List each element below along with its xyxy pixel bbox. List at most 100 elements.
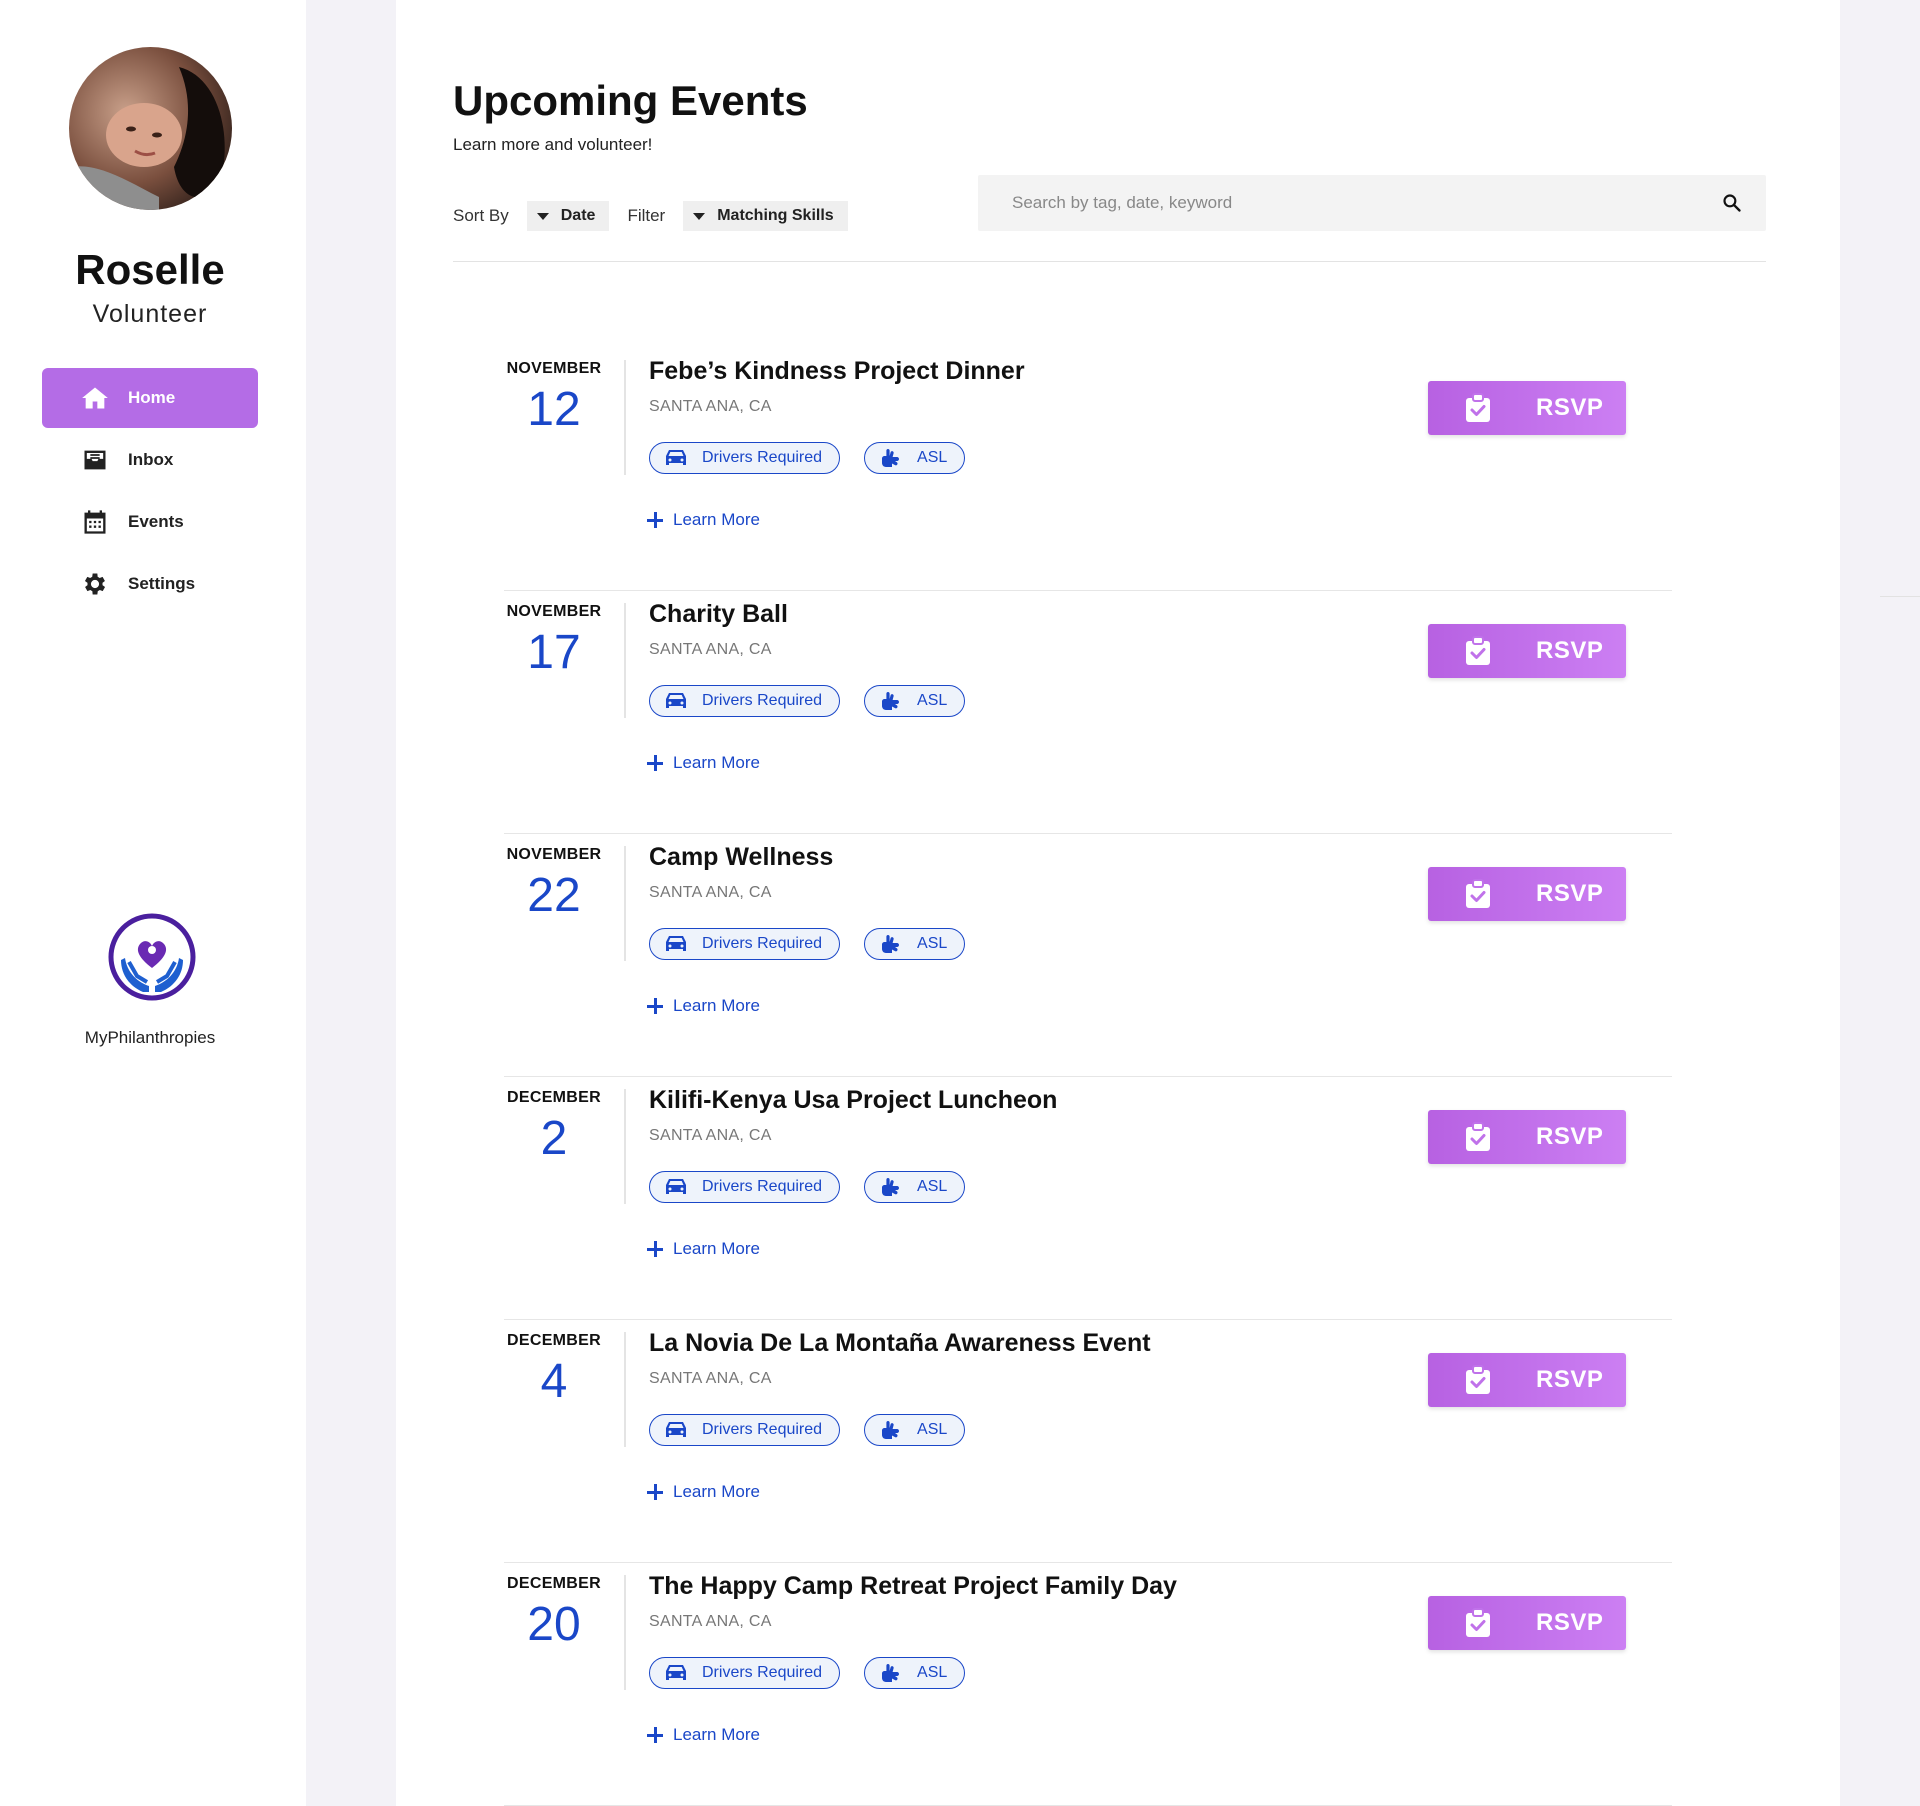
- search-box: [978, 175, 1766, 231]
- sidebar-item-inbox[interactable]: Inbox: [42, 430, 258, 490]
- tag-label: ASL: [917, 692, 948, 709]
- event-title[interactable]: Charity Ball: [649, 600, 788, 629]
- sidebar-item-label: Inbox: [128, 450, 174, 469]
- event-title[interactable]: Camp Wellness: [649, 843, 833, 872]
- car-icon: [666, 1665, 686, 1680]
- rsvp-button[interactable]: RSVP: [1428, 381, 1626, 435]
- rsvp-label: RSVP: [1536, 1366, 1604, 1393]
- sign-language-icon: [882, 935, 900, 953]
- event-date: NOVEMBER 17: [504, 603, 604, 680]
- event-day: 22: [527, 869, 581, 922]
- event-location: SANTA ANA, CA: [649, 1613, 772, 1630]
- tag-asl[interactable]: ASL: [864, 685, 966, 717]
- sign-language-icon: [882, 1664, 900, 1682]
- filter-dropdown[interactable]: Matching Skills: [683, 201, 848, 231]
- rsvp-button[interactable]: RSVP: [1428, 624, 1626, 678]
- rsvp-label: RSVP: [1536, 1609, 1604, 1636]
- event-tags: Drivers Required ASL: [649, 442, 989, 474]
- tag-label: Drivers Required: [702, 935, 823, 952]
- calendar-icon: [78, 507, 112, 537]
- learn-more-link[interactable]: Learn More: [647, 510, 760, 530]
- event-title[interactable]: The Happy Camp Retreat Project Family Da…: [649, 1572, 1177, 1601]
- tag-drivers-required[interactable]: Drivers Required: [649, 1171, 841, 1203]
- tag-label: ASL: [917, 935, 948, 952]
- brand-name: MyPhilanthropies: [84, 1028, 216, 1047]
- avatar[interactable]: [69, 47, 232, 210]
- rsvp-button[interactable]: RSVP: [1428, 1596, 1626, 1650]
- event-title[interactable]: Febe’s Kindness Project Dinner: [649, 357, 1025, 386]
- event-month: NOVEMBER: [506, 846, 602, 863]
- event-title[interactable]: La Novia De La Montaña Awareness Event: [649, 1329, 1151, 1358]
- sidebar-item-home[interactable]: Home: [42, 368, 258, 428]
- tag-label: ASL: [917, 1178, 948, 1195]
- event-location: SANTA ANA, CA: [649, 884, 772, 901]
- page-title: Upcoming Events: [453, 77, 808, 124]
- filter-value: Matching Skills: [717, 207, 834, 224]
- event-month: DECEMBER: [507, 1575, 601, 1592]
- tag-asl[interactable]: ASL: [864, 442, 966, 474]
- tag-drivers-required[interactable]: Drivers Required: [649, 1414, 841, 1446]
- left-gutter: [306, 0, 396, 1806]
- tag-drivers-required[interactable]: Drivers Required: [649, 1657, 841, 1689]
- profile-name: Roselle: [75, 246, 225, 293]
- event-date: DECEMBER 2: [504, 1089, 604, 1166]
- learn-more-link[interactable]: Learn More: [647, 996, 760, 1016]
- inbox-icon: [78, 445, 112, 475]
- tag-drivers-required[interactable]: Drivers Required: [649, 442, 841, 474]
- tag-label: Drivers Required: [702, 692, 823, 709]
- divider: [624, 603, 626, 718]
- plus-icon: [647, 1484, 663, 1500]
- car-icon: [666, 693, 686, 708]
- right-gutter: [1840, 0, 1920, 1806]
- sort-label: Sort By: [453, 206, 509, 225]
- clipboard-check-icon: [1466, 636, 1490, 665]
- header-divider: [453, 261, 1766, 262]
- search-input[interactable]: [978, 193, 1678, 213]
- learn-more-link[interactable]: Learn More: [647, 1482, 760, 1502]
- event-title[interactable]: Kilifi-Kenya Usa Project Luncheon: [649, 1086, 1057, 1115]
- tag-asl[interactable]: ASL: [864, 1657, 966, 1689]
- clipboard-check-icon: [1466, 1122, 1490, 1151]
- event-location: SANTA ANA, CA: [649, 1370, 772, 1387]
- sidebar-item-settings[interactable]: Settings: [42, 554, 258, 614]
- gear-icon: [78, 569, 112, 599]
- sidebar-item-label: Settings: [128, 574, 196, 593]
- learn-more-label: Learn More: [673, 1482, 760, 1501]
- heart-hands-logo: [107, 912, 197, 1002]
- event-card: NOVEMBER 17 Charity Ball SANTA ANA, CA D…: [504, 591, 1672, 834]
- event-day: 17: [527, 626, 581, 679]
- search-icon[interactable]: [1722, 193, 1742, 213]
- event-day: 2: [540, 1112, 568, 1165]
- learn-more-link[interactable]: Learn More: [647, 1725, 760, 1745]
- plus-icon: [647, 1727, 663, 1743]
- event-month: NOVEMBER: [506, 603, 602, 620]
- tag-drivers-required[interactable]: Drivers Required: [649, 685, 841, 717]
- tag-asl[interactable]: ASL: [864, 1171, 966, 1203]
- divider: [624, 1089, 626, 1204]
- event-location: SANTA ANA, CA: [649, 641, 772, 658]
- sidebar: Roselle Volunteer Home Inbox Events Sett…: [0, 0, 306, 1806]
- divider: [624, 846, 626, 961]
- event-card: NOVEMBER 22 Camp Wellness SANTA ANA, CA …: [504, 834, 1672, 1077]
- sort-dropdown[interactable]: Date: [526, 201, 610, 231]
- event-tags: Drivers Required ASL: [649, 1414, 989, 1446]
- caret-down-icon: [693, 212, 706, 220]
- event-date: DECEMBER 4: [504, 1332, 604, 1409]
- rsvp-button[interactable]: RSVP: [1428, 1353, 1626, 1407]
- plus-icon: [647, 755, 663, 771]
- learn-more-link[interactable]: Learn More: [647, 753, 760, 773]
- tag-asl[interactable]: ASL: [864, 1414, 966, 1446]
- main-content: Upcoming Events Learn more and volunteer…: [396, 0, 1840, 1806]
- rsvp-button[interactable]: RSVP: [1428, 867, 1626, 921]
- event-month: DECEMBER: [507, 1089, 601, 1106]
- event-date: DECEMBER 20: [504, 1575, 604, 1652]
- tag-asl[interactable]: ASL: [864, 928, 966, 960]
- learn-more-link[interactable]: Learn More: [647, 1239, 760, 1259]
- sign-language-icon: [882, 1421, 900, 1439]
- sidebar-item-events[interactable]: Events: [42, 492, 258, 552]
- rsvp-button[interactable]: RSVP: [1428, 1110, 1626, 1164]
- plus-icon: [647, 512, 663, 528]
- tag-drivers-required[interactable]: Drivers Required: [649, 928, 841, 960]
- divider: [624, 1332, 626, 1447]
- rsvp-label: RSVP: [1536, 1123, 1604, 1150]
